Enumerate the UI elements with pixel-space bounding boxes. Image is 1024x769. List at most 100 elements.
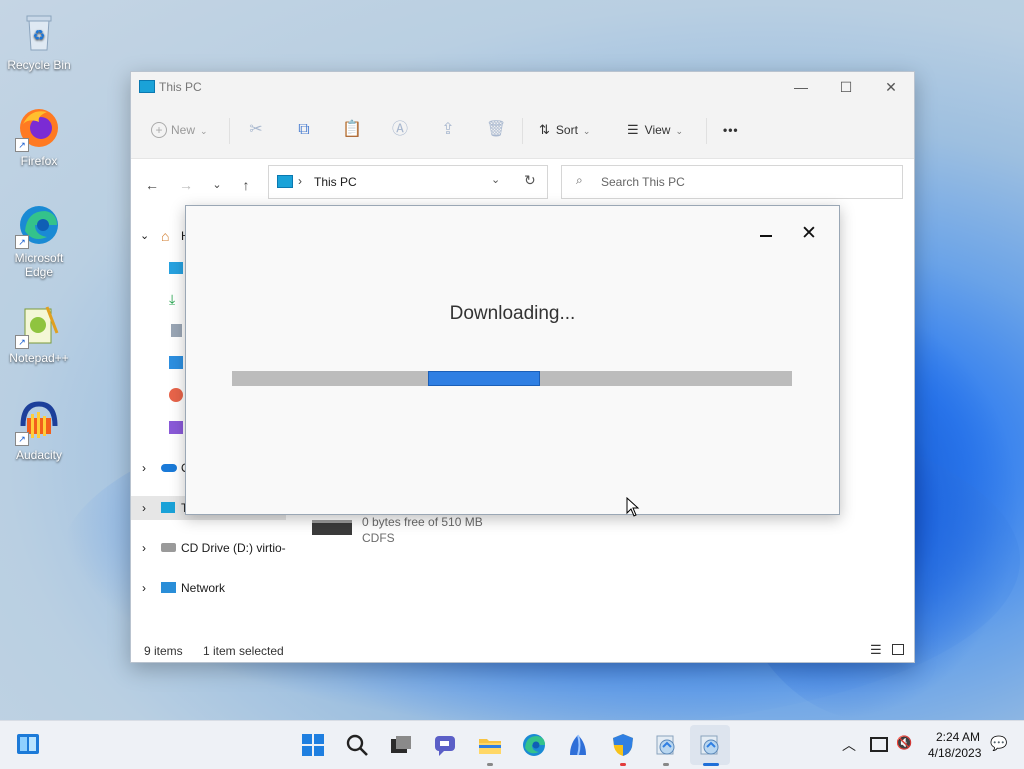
show-hidden-icons-icon[interactable]: ︿: [842, 735, 856, 755]
plus-circle-icon: +: [151, 122, 167, 138]
maximize-button[interactable]: ☐: [831, 76, 861, 98]
details-view-icon[interactable]: ☰: [870, 642, 882, 658]
search-icon[interactable]: [345, 733, 369, 757]
close-button[interactable]: ✕: [876, 76, 906, 98]
minimize-button[interactable]: [758, 227, 774, 243]
running-indicator: [487, 763, 493, 766]
desktop-icon-edge[interactable]: ↗ Microsoft Edge: [4, 203, 74, 279]
close-button[interactable]: ✕: [800, 224, 818, 244]
drive-filesystem: CDFS: [362, 531, 395, 545]
back-button[interactable]: ←: [141, 175, 163, 195]
search-box[interactable]: ⌕ Search This PC: [561, 165, 903, 199]
onedrive-icon: [161, 464, 177, 472]
cut-icon[interactable]: ✂: [246, 120, 266, 140]
videos-icon[interactable]: [169, 421, 183, 434]
copy-icon[interactable]: ⧉: [294, 120, 314, 140]
task-view-icon[interactable]: [389, 733, 413, 757]
audacity-icon: ↗: [15, 400, 61, 446]
installer-app-icon[interactable]: [654, 733, 678, 757]
running-indicator: [620, 763, 626, 766]
store-icon[interactable]: [566, 733, 590, 757]
documents-icon[interactable]: [171, 324, 182, 337]
edge-icon: ↗: [15, 203, 61, 249]
shortcut-arrow-icon: ↗: [15, 432, 29, 446]
mouse-cursor-icon: [626, 496, 640, 520]
start-button[interactable]: [301, 733, 325, 757]
more-options-button[interactable]: •••: [723, 116, 739, 144]
file-explorer-icon[interactable]: [478, 733, 502, 757]
download-dialog: ✕ Downloading...: [185, 205, 840, 515]
new-label: New: [171, 123, 196, 137]
rename-icon[interactable]: Ⓐ: [390, 120, 410, 140]
up-button[interactable]: ↑: [235, 175, 257, 195]
shortcut-arrow-icon: ↗: [15, 335, 29, 349]
this-pc-icon: [161, 502, 175, 513]
teams-chat-icon[interactable]: [433, 733, 457, 757]
notifications-icon[interactable]: 💬: [990, 735, 1007, 752]
window-title: This PC: [159, 80, 202, 94]
sort-label: Sort: [555, 123, 578, 137]
home-icon: ⌂: [161, 228, 170, 244]
tiles-view-icon[interactable]: [892, 644, 904, 655]
dialog-title: Downloading...: [449, 303, 576, 324]
chevron-right-icon: ›: [142, 541, 146, 555]
sidebar-item-network[interactable]: › Network: [131, 576, 286, 600]
desktop-icon-notepadpp[interactable]: ↗ Notepad++: [4, 303, 74, 365]
desktop-icon-label: Recycle Bin: [7, 58, 71, 72]
desktop-icon-label: Audacity: [15, 448, 63, 462]
downloads-icon[interactable]: ⤓: [169, 291, 175, 308]
search-input[interactable]: Search This PC: [601, 175, 685, 189]
desktop-folder-icon[interactable]: [169, 262, 183, 274]
security-shield-icon[interactable]: [611, 733, 635, 757]
music-icon[interactable]: [169, 388, 183, 402]
refresh-icon[interactable]: ↻: [524, 172, 536, 189]
view-icon: ☰: [627, 122, 639, 137]
chevron-right-icon: ›: [142, 501, 146, 515]
chevron-down-icon: ⌄: [200, 126, 208, 136]
desktop-icon-audacity[interactable]: ↗ Audacity: [4, 400, 74, 462]
command-bar: + New ⌄ ✂ ⧉ 📋 Ⓐ ⇪ 🗑 ⇅ Sort ⌄ ☰ View ⌄ •••: [131, 102, 914, 159]
view-label: View: [644, 123, 671, 137]
recent-locations-button[interactable]: ⌄: [206, 175, 228, 195]
paste-icon[interactable]: 📋: [342, 120, 362, 140]
edge-icon[interactable]: [522, 733, 546, 757]
desktop-icon-recycle-bin[interactable]: ♻ Recycle Bin: [4, 10, 74, 72]
address-bar[interactable]: › This PC ⌄ ↻: [268, 165, 548, 199]
sidebar-item-label: Network: [181, 581, 226, 595]
running-indicator: [663, 763, 669, 766]
pictures-icon[interactable]: [169, 356, 183, 369]
toolbar-divider: [229, 118, 230, 144]
this-pc-icon: [139, 80, 155, 93]
minimize-icon: [760, 235, 772, 237]
breadcrumb[interactable]: This PC: [314, 175, 357, 189]
clock-time[interactable]: 2:24 AM: [936, 730, 980, 744]
breadcrumb-chevron-icon: ›: [298, 174, 302, 188]
toolbar-divider: [522, 118, 523, 144]
network-icon: [161, 582, 176, 593]
volume-muted-icon[interactable]: 🔇: [896, 735, 912, 751]
firefox-icon: ↗: [15, 106, 61, 152]
chevron-down-icon: ⌄: [140, 230, 150, 242]
toolbar-divider: [706, 118, 707, 144]
sort-button[interactable]: ⇅ Sort ⌄: [539, 116, 590, 144]
minimize-button[interactable]: —: [786, 76, 816, 98]
share-icon[interactable]: ⇪: [438, 120, 458, 140]
delete-icon[interactable]: 🗑: [486, 120, 506, 140]
title-bar[interactable]: This PC — ☐ ✕: [131, 72, 914, 102]
progress-fill: [428, 371, 540, 386]
clock-date[interactable]: 4/18/2023: [928, 746, 981, 760]
widgets-icon[interactable]: [16, 733, 40, 755]
new-button[interactable]: + New ⌄: [151, 116, 208, 144]
sidebar-item-cd-drive[interactable]: › CD Drive (D:) virtio-: [131, 536, 286, 560]
chevron-down-icon[interactable]: ⌄: [491, 173, 500, 186]
view-button[interactable]: ☰ View ⌄: [627, 116, 683, 144]
desktop-icon-firefox[interactable]: ↗ Firefox: [4, 106, 74, 168]
item-count: 9 items: [144, 644, 183, 658]
installer-app-icon[interactable]: [698, 733, 722, 757]
desktop-icon-label: Microsoft Edge: [14, 251, 64, 279]
network-status-icon[interactable]: [870, 737, 888, 752]
forward-button[interactable]: →: [175, 175, 197, 195]
chevron-right-icon: ›: [142, 581, 146, 595]
sidebar-item-label: CD Drive (D:) virtio-: [181, 541, 286, 555]
shortcut-arrow-icon: ↗: [15, 138, 29, 152]
